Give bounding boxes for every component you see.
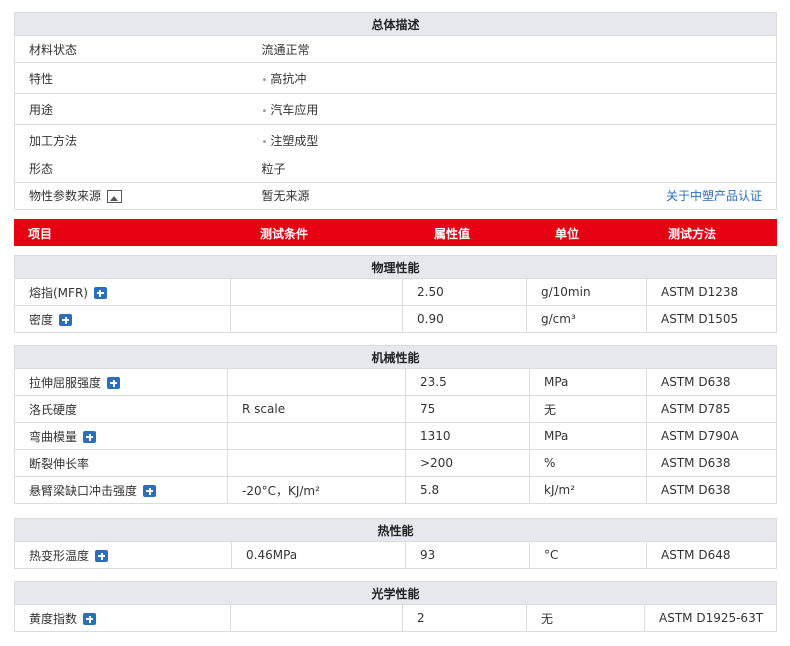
item-cell: 弯曲模量 xyxy=(14,422,228,450)
item-label: 悬臂梁缺口冲击强度 xyxy=(29,483,138,498)
row-label: 用途 xyxy=(14,93,248,125)
row-value: 注塑成型 xyxy=(270,133,319,148)
item-cell: 拉伸屈服强度 xyxy=(14,368,228,396)
row-value: 高抗冲 xyxy=(270,71,307,86)
row-label: 形态 xyxy=(14,155,248,183)
item-cell: 洛氏硬度 xyxy=(14,395,228,423)
row-value: 暂无来源 xyxy=(261,189,310,203)
general-table: 总体描述 材料状态 流通正常 特性 • 高抗冲 用途 • 汽车应用 加工方法 • 注塑成型 形… xyxy=(14,12,777,210)
header-unit: 单位 xyxy=(555,227,580,241)
physical-table: 物理性能 熔指(MFR) 2.50 g/10min ASTM D1238 密度 0.90… xyxy=(14,255,777,333)
condition-cell xyxy=(230,305,403,333)
column-header-bar: 项目 测试条件 属性值 单位 测试方法 xyxy=(14,219,777,246)
header-value: 属性值 xyxy=(434,227,471,241)
bullet-icon: • xyxy=(261,105,268,117)
expand-plus-icon[interactable] xyxy=(143,485,157,497)
value-cell: 0.90 xyxy=(402,305,527,333)
item-label: 热变形温度 xyxy=(29,548,90,563)
method-cell: ASTM D1925-63T xyxy=(644,604,777,632)
item-label: 黄度指数 xyxy=(29,611,78,626)
general-title: 总体描述 xyxy=(14,12,777,36)
row-label: 材料状态 xyxy=(14,35,248,63)
item-cell: 黄度指数 xyxy=(14,604,231,632)
bullet-icon: • xyxy=(261,136,268,148)
row-label: 加工方法 xyxy=(14,124,248,156)
header-method: 测试方法 xyxy=(668,227,717,241)
item-label: 密度 xyxy=(29,312,54,327)
section-title: 光学性能 xyxy=(14,581,777,605)
method-cell: ASTM D1238 xyxy=(646,278,777,306)
row-value-cell: 暂无来源 关于中塑产品认证 xyxy=(247,181,777,210)
value-cell: 93 xyxy=(405,541,530,569)
row-label: 特性 xyxy=(14,62,248,94)
method-cell: ASTM D638 xyxy=(646,368,777,396)
item-cell: 悬臂梁缺口冲击强度 xyxy=(14,476,228,504)
row-value-cell: • 注塑成型 xyxy=(247,124,777,156)
unit-cell: % xyxy=(529,449,647,477)
condition-cell xyxy=(230,278,403,306)
row-value-cell: • 高抗冲 xyxy=(247,62,777,94)
expand-plus-icon[interactable] xyxy=(59,314,73,326)
unit-cell: 无 xyxy=(526,604,645,632)
condition-cell: -20°C，KJ/m² xyxy=(227,476,406,504)
certification-link[interactable]: 关于中塑产品认证 xyxy=(666,187,776,204)
item-cell: 密度 xyxy=(14,305,231,333)
thermal-table: 热性能 热变形温度 0.46MPa 93 °C ASTM D648 xyxy=(14,518,777,569)
item-label: 断裂伸长率 xyxy=(29,456,90,471)
unit-cell: g/10min xyxy=(526,278,647,306)
mechanical-table: 机械性能 拉伸屈服强度 23.5 MPa ASTM D638 洛氏硬度 R scale 7… xyxy=(14,345,777,504)
condition-cell: R scale xyxy=(227,395,406,423)
expand-plus-icon[interactable] xyxy=(93,287,107,299)
item-label: 洛氏硬度 xyxy=(29,402,78,417)
condition-cell xyxy=(227,449,406,477)
row-value: 粒子 xyxy=(247,155,777,183)
method-cell: ASTM D648 xyxy=(646,541,777,569)
condition-cell: 0.46MPa xyxy=(231,541,406,569)
method-cell: ASTM D790A xyxy=(646,422,777,450)
optical-table: 光学性能 黄度指数 2 无 ASTM D1925-63T xyxy=(14,581,777,632)
value-cell: 75 xyxy=(405,395,530,423)
row-value: 流通正常 xyxy=(247,35,777,63)
value-cell: 1310 xyxy=(405,422,530,450)
method-cell: ASTM D1505 xyxy=(646,305,777,333)
row-value-cell: • 汽车应用 xyxy=(247,93,777,125)
method-cell: ASTM D638 xyxy=(646,476,777,504)
unit-cell: °C xyxy=(529,541,647,569)
item-cell: 熔指(MFR) xyxy=(14,278,231,306)
unit-cell: MPa xyxy=(529,368,647,396)
section-title: 热性能 xyxy=(14,518,777,542)
section-title: 物理性能 xyxy=(14,255,777,279)
unit-cell: MPa xyxy=(529,422,647,450)
item-cell: 热变形温度 xyxy=(14,541,232,569)
header-condition: 测试条件 xyxy=(260,227,309,241)
row-label: 物性参数来源 xyxy=(29,189,102,203)
item-label: 熔指(MFR) xyxy=(29,285,88,300)
unit-cell: kJ/m² xyxy=(529,476,647,504)
method-cell: ASTM D785 xyxy=(646,395,777,423)
expand-plus-icon[interactable] xyxy=(83,613,97,625)
unit-cell: g/cm³ xyxy=(526,305,647,333)
value-cell: >200 xyxy=(405,449,530,477)
condition-cell xyxy=(227,422,406,450)
value-cell: 2.50 xyxy=(402,278,527,306)
condition-cell xyxy=(230,604,403,632)
expand-plus-icon[interactable] xyxy=(95,550,109,562)
unit-cell: 无 xyxy=(529,395,647,423)
header-item: 项目 xyxy=(28,227,53,241)
item-cell: 断裂伸长率 xyxy=(14,449,228,477)
row-label-cell: 物性参数来源 xyxy=(14,181,248,210)
image-icon[interactable] xyxy=(107,190,123,203)
item-label: 弯曲模量 xyxy=(29,429,78,444)
expand-plus-icon[interactable] xyxy=(83,431,97,443)
value-cell: 2 xyxy=(402,604,527,632)
condition-cell xyxy=(227,368,406,396)
row-value: 汽车应用 xyxy=(270,102,319,117)
value-cell: 23.5 xyxy=(405,368,530,396)
bullet-icon: • xyxy=(261,74,268,86)
method-cell: ASTM D638 xyxy=(646,449,777,477)
item-label: 拉伸屈服强度 xyxy=(29,375,102,390)
expand-plus-icon[interactable] xyxy=(107,377,121,389)
value-cell: 5.8 xyxy=(405,476,530,504)
section-title: 机械性能 xyxy=(14,345,777,369)
